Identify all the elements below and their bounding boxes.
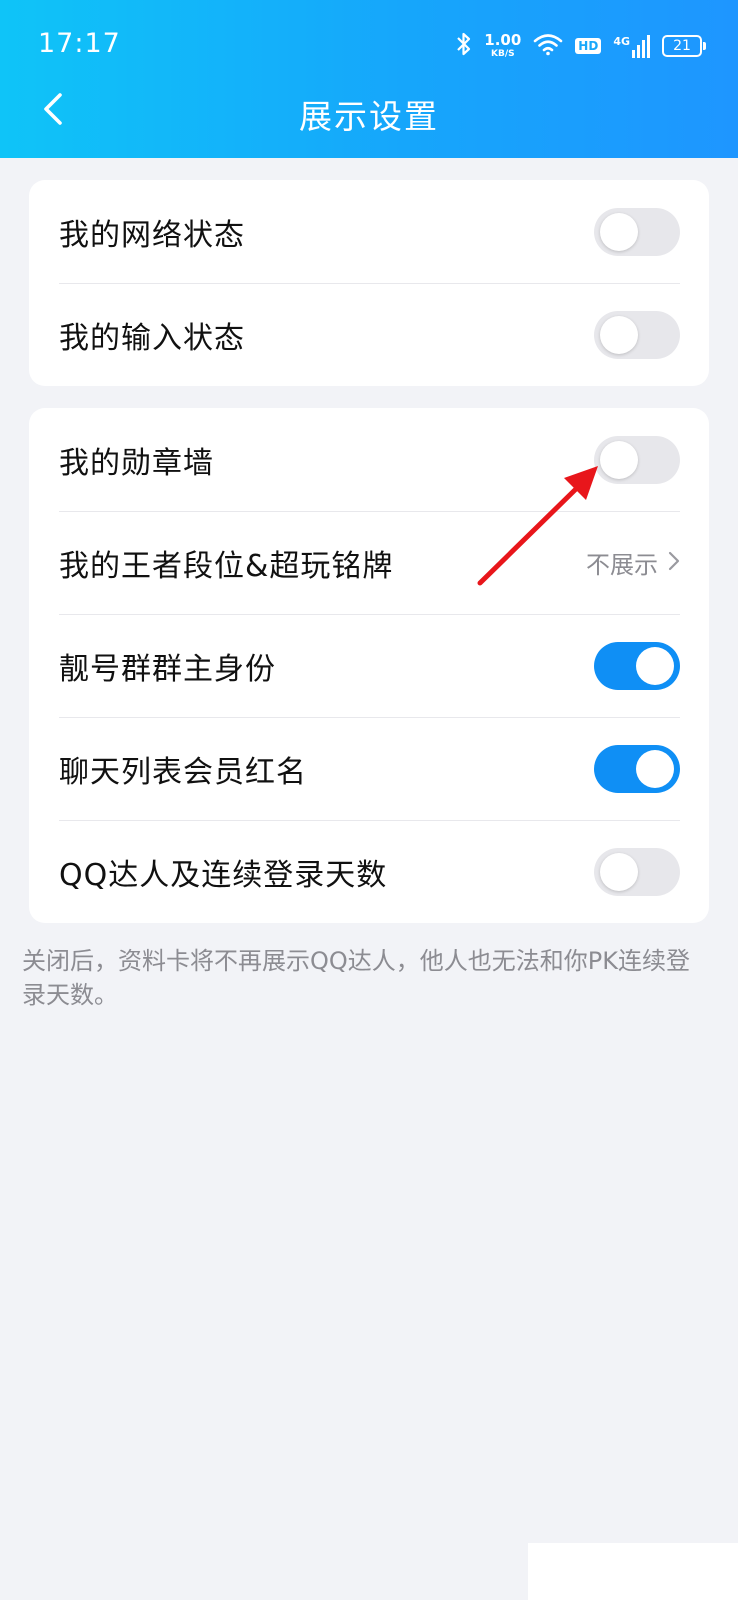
- setting-row-vip-red-name: 聊天列表会员红名: [29, 717, 709, 820]
- group-owner-toggle[interactable]: [594, 641, 680, 690]
- setting-label: 我的勋章墙: [59, 445, 214, 481]
- chevron-right-icon: [668, 549, 680, 577]
- setting-label: 我的输入状态: [59, 320, 245, 356]
- hd-badge: HD: [575, 38, 602, 54]
- network-speed-unit: KB/S: [490, 49, 515, 59]
- network-speed-value: 1.00: [484, 31, 522, 49]
- page-title: 展示设置: [299, 97, 439, 136]
- settings-group-status: 我的网络状态 我的输入状态: [29, 180, 709, 386]
- setting-row-group-owner: 靓号群群主身份: [29, 614, 709, 717]
- settings-group-profile: 我的勋章墙 我的王者段位&超玩铭牌 不展示 靓号群群主身份 聊天列表会员红名 Q…: [29, 408, 709, 923]
- honor-of-kings-value-text: 不展示: [586, 551, 658, 579]
- bluetooth-icon: [456, 31, 472, 61]
- corner-patch: [528, 1543, 738, 1600]
- wifi-icon: [533, 32, 563, 60]
- setting-label: 聊天列表会员红名: [59, 754, 307, 790]
- setting-row-network-status: 我的网络状态: [29, 180, 709, 283]
- signal-label: 4G: [613, 34, 630, 48]
- status-bar: 17:17 1.00 KB/S HD 4G 21: [0, 0, 738, 86]
- setting-row-medal-wall: 我的勋章墙: [29, 408, 709, 511]
- header-bar: 17:17 1.00 KB/S HD 4G 21 展示设置: [0, 0, 738, 158]
- footnote-text: 关闭后，资料卡将不再展示QQ达人，他人也无法和你PK连续登录天数。: [22, 947, 690, 1009]
- signal-icon: 4G: [613, 34, 650, 58]
- status-time: 17:17: [38, 28, 121, 59]
- qq-master-toggle[interactable]: [594, 847, 680, 896]
- vip-red-name-toggle[interactable]: [594, 744, 680, 793]
- setting-label: 我的网络状态: [59, 217, 245, 253]
- status-icons: 1.00 KB/S HD 4G 21: [456, 30, 706, 62]
- medal-wall-toggle[interactable]: [594, 435, 680, 484]
- setting-row-qq-master: QQ达人及连续登录天数: [29, 820, 709, 923]
- network-speed: 1.00 KB/S: [484, 33, 521, 59]
- setting-row-input-status: 我的输入状态: [29, 283, 709, 386]
- setting-label: 我的王者段位&超玩铭牌: [59, 548, 394, 584]
- setting-row-honor-of-kings[interactable]: 我的王者段位&超玩铭牌 不展示: [29, 511, 709, 614]
- battery-indicator: 21: [662, 35, 706, 57]
- network-status-toggle[interactable]: [594, 207, 680, 256]
- input-status-toggle[interactable]: [594, 310, 680, 359]
- setting-label: 靓号群群主身份: [59, 651, 276, 687]
- setting-label: QQ达人及连续登录天数: [59, 857, 388, 893]
- honor-of-kings-value[interactable]: 不展示: [586, 545, 680, 580]
